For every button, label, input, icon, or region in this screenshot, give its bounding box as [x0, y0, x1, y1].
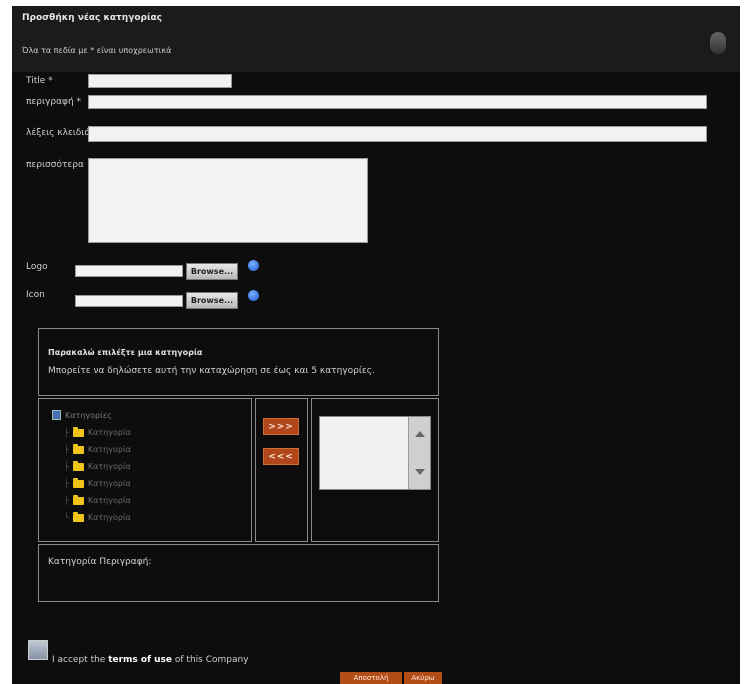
logo-file-field[interactable]: [75, 265, 183, 277]
keywords-label: λέξεις κλειδιά: [26, 128, 91, 138]
category-info-box: Παρακαλώ επιλέξτε μια κατηγορία Μπορείτε…: [38, 328, 439, 396]
folder-icon: [72, 477, 84, 488]
tree-item[interactable]: ├ Κατηγορία: [64, 443, 131, 454]
category-box-title: Παρακαλώ επιλέξτε μια κατηγορία: [48, 348, 203, 357]
tree-item-label: Κατηγορία: [87, 428, 131, 437]
help-icon[interactable]: [248, 260, 259, 271]
tree-item-label: Κατηγορία: [87, 479, 131, 488]
tree-item[interactable]: ├ Κατηγορία: [64, 477, 131, 488]
tree-item[interactable]: ├ Κατηγορία: [64, 460, 131, 471]
description-label: περιγραφή *: [26, 97, 82, 107]
tree-branch: ├: [64, 496, 69, 505]
scroll-down-icon[interactable]: [415, 469, 425, 475]
tree-item-label: Κατηγορία: [87, 513, 131, 522]
category-description-label: Κατηγορία Περιγραφή:: [48, 557, 152, 567]
tree-item-label: Κατηγορία: [87, 462, 131, 471]
terms-prefix: I accept the: [52, 655, 109, 665]
dialog-title: Προσθήκη νέας κατηγορίας: [22, 13, 162, 23]
logo-browse-button[interactable]: Browse...: [186, 263, 238, 280]
terms-link[interactable]: terms of use: [108, 655, 172, 665]
help-icon[interactable]: [248, 290, 259, 301]
submit-button[interactable]: Αποστολή: [340, 672, 402, 684]
folder-icon: [72, 443, 84, 454]
title-field[interactable]: [88, 74, 232, 88]
tree-item[interactable]: ├ Κατηγορία: [64, 494, 131, 505]
icon-file-field[interactable]: [75, 295, 183, 307]
add-category-button[interactable]: >>>: [263, 418, 299, 435]
description-field[interactable]: [88, 95, 707, 109]
cancel-button[interactable]: Ακύρω: [404, 672, 442, 684]
selected-categories-list[interactable]: [319, 416, 431, 490]
tree-branch: ├: [64, 479, 69, 488]
tree-item[interactable]: ├ Κατηγορία: [64, 426, 131, 437]
folder-icon: [72, 460, 84, 471]
tree-root[interactable]: Κατηγορίες: [52, 410, 112, 420]
tree-item-label: Κατηγορία: [87, 445, 131, 454]
tree-branch: ├: [64, 462, 69, 471]
dialog-header: Προσθήκη νέας κατηγορίας Όλα τα πεδία με…: [12, 6, 740, 72]
scroll-up-icon[interactable]: [415, 431, 425, 437]
tree-branch: ├: [64, 428, 69, 437]
tree-item-label: Κατηγορία: [87, 496, 131, 505]
tree-branch: └: [64, 513, 69, 522]
root-icon: [52, 410, 61, 420]
list-scrollbar[interactable]: [408, 417, 430, 489]
close-icon[interactable]: [710, 32, 726, 54]
more-label: περισσότερα: [26, 160, 84, 170]
icon-label: Icon: [26, 290, 45, 300]
required-fields-note: Όλα τα πεδία με * είναι υποχρεωτικά: [22, 46, 172, 55]
tree-item[interactable]: └ Κατηγορία: [64, 511, 131, 522]
accept-terms-checkbox[interactable]: [28, 640, 48, 660]
terms-suffix: of this Company: [172, 655, 249, 665]
logo-label: Logo: [26, 262, 48, 272]
keywords-field[interactable]: [88, 126, 707, 142]
category-box-text: Μπορείτε να δηλώσετε αυτή την καταχώρηση…: [48, 366, 375, 376]
icon-browse-button[interactable]: Browse...: [186, 292, 238, 309]
title-label: Title *: [26, 76, 53, 86]
folder-icon: [72, 494, 84, 505]
category-tree: Κατηγορίες ├ Κατηγορία ├ Κατηγορία ├ Κατ…: [42, 398, 250, 540]
folder-icon: [72, 426, 84, 437]
tree-branch: ├: [64, 445, 69, 454]
more-textarea[interactable]: [88, 158, 368, 243]
accept-terms-text: I accept the terms of use of this Compan…: [52, 655, 249, 665]
remove-category-button[interactable]: <<<: [263, 448, 299, 465]
tree-root-label: Κατηγορίες: [65, 410, 112, 420]
category-description-box: Κατηγορία Περιγραφή:: [38, 544, 439, 602]
folder-icon: [72, 511, 84, 522]
